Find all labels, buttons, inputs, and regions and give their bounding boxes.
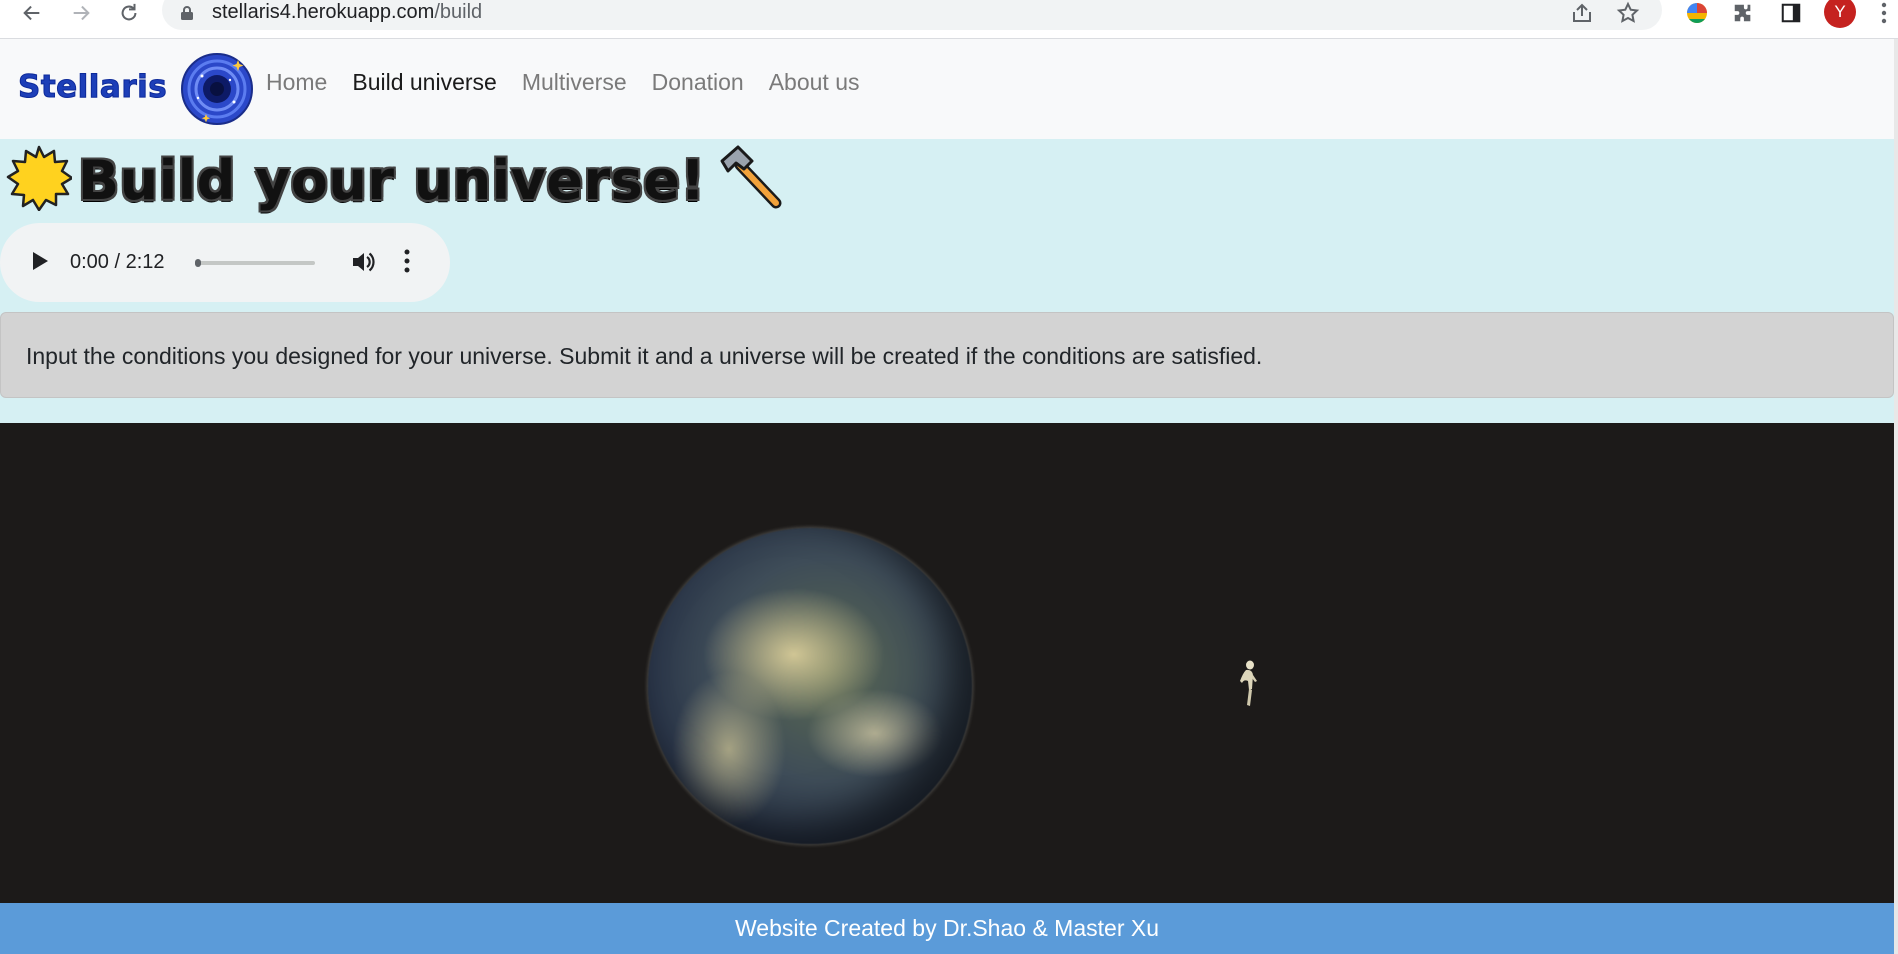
astronaut-figure-icon [1238,659,1260,714]
audio-time: 0:00 / 2:12 [70,251,165,273]
nav-about-us[interactable]: About us [769,69,860,96]
background-video[interactable] [0,423,1894,903]
nav-build-universe[interactable]: Build universe [352,69,496,96]
side-panel-icon[interactable] [1776,0,1806,26]
footer-credit: Website Created by Dr.Shao & Master Xu [735,915,1159,941]
instructions-text: Input the conditions you designed for yo… [26,343,1263,369]
lock-icon[interactable] [180,5,194,26]
site-footer: Website Created by Dr.Shao & Master Xu [0,903,1894,954]
extensions-puzzle-icon[interactable] [1728,0,1758,26]
address-bar[interactable]: stellaris4.herokuapp.com/build [162,0,1662,30]
forward-icon[interactable] [65,0,97,26]
page-title: Build your universe! [78,148,706,212]
audio-progress-thumb[interactable] [195,259,201,267]
reload-icon[interactable] [113,0,145,26]
brand-name[interactable]: Stellaris [17,69,167,106]
galaxy-logo-icon[interactable] [180,52,254,131]
hammer-icon [714,143,784,218]
instructions-box: Input the conditions you designed for yo… [0,312,1894,398]
nav-links: Home Build universe Multiverse Donation … [266,69,885,96]
nav-donation[interactable]: Donation [652,69,744,96]
back-icon[interactable] [16,0,48,26]
nav-home[interactable]: Home [266,69,327,96]
earth-image [648,528,972,844]
nav-multiverse[interactable]: Multiverse [522,69,627,96]
site-navbar: Stellaris Home Build universe Multiverse… [0,39,1894,139]
extension-colorful-icon[interactable] [1682,0,1712,26]
browser-menu-icon[interactable] [1876,0,1892,26]
bookmark-star-icon[interactable] [1616,1,1640,30]
browser-toolbar: stellaris4.herokuapp.com/build Y [0,0,1898,39]
sun-icon [6,145,74,216]
page-heading: Build your universe! [6,139,784,221]
share-icon[interactable] [1570,2,1594,29]
page-scrollbar[interactable] [1894,39,1898,954]
profile-avatar[interactable]: Y [1824,0,1856,28]
audio-progress-bar[interactable] [195,261,315,265]
volume-icon[interactable] [350,249,376,280]
url-text[interactable]: stellaris4.herokuapp.com/build [212,1,482,24]
more-options-icon[interactable] [404,248,410,279]
audio-player[interactable]: 0:00 / 2:12 [0,223,450,302]
play-icon[interactable] [30,250,50,277]
